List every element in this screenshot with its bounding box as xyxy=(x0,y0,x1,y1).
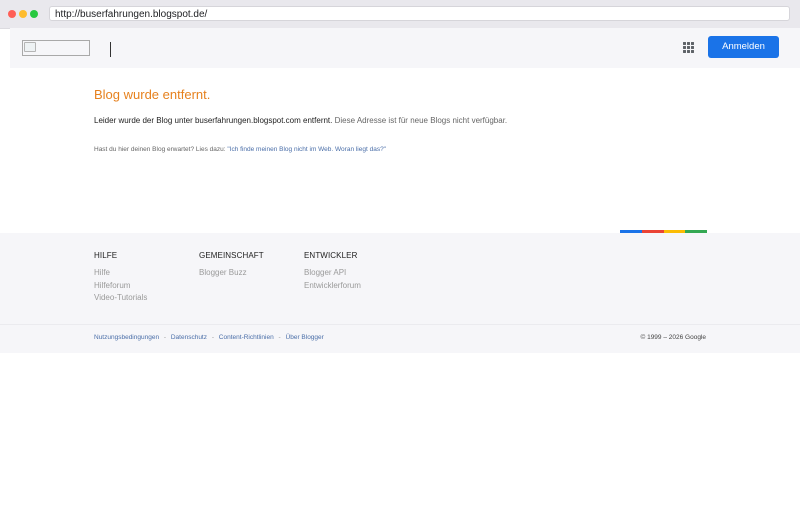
legal-links: Nutzungsbedingungen - Datenschutz - Cont… xyxy=(94,334,324,341)
apps-grid-icon[interactable] xyxy=(683,42,694,53)
footer-column-gemeinschaft: GEMEINSCHAFT Blogger Buzz xyxy=(199,251,264,280)
blogger-header: Anmelden xyxy=(10,28,800,68)
signin-button[interactable]: Anmelden xyxy=(708,36,779,58)
footer-link-video-tutorials[interactable]: Video-Tutorials xyxy=(94,292,147,305)
legal-separator: - xyxy=(211,334,214,341)
footer-heading: ENTWICKLER xyxy=(304,251,358,260)
help-article-link[interactable]: "Ich finde meinen Blog nicht im Web. Wor… xyxy=(227,146,386,153)
footer-column-entwickler: ENTWICKLER Blogger API Entwicklerforum xyxy=(304,251,361,292)
footer-link-blogger-buzz[interactable]: Blogger Buzz xyxy=(199,267,264,280)
help-prefix: Hast du hier deinen Blog erwartet? Lies … xyxy=(94,146,226,153)
legal-link-content-policy[interactable]: Content-Richtlinien xyxy=(219,334,274,341)
legal-link-about-blogger[interactable]: Über Blogger xyxy=(286,334,324,341)
broken-logo-image[interactable] xyxy=(22,40,90,56)
footer-heading: GEMEINSCHAFT xyxy=(199,251,264,260)
legal-separator: - xyxy=(163,334,167,341)
copyright: © 1999 – 2026 Google xyxy=(640,334,706,341)
legal-footer: Nutzungsbedingungen - Datenschutz - Cont… xyxy=(0,324,800,353)
removal-message: Leider wurde der Blog unter buserfahrung… xyxy=(94,116,507,125)
page-title: Blog wurde entfernt. xyxy=(94,87,211,102)
maximize-window-icon[interactable] xyxy=(30,10,38,18)
legal-link-privacy[interactable]: Datenschutz xyxy=(171,334,207,341)
browser-chrome: http://buserfahrungen.blogspot.de/ xyxy=(0,0,800,29)
legal-separator: - xyxy=(278,334,281,341)
footer-link-hilfeforum[interactable]: Hilfeforum xyxy=(94,280,147,293)
address-bar[interactable]: http://buserfahrungen.blogspot.de/ xyxy=(49,6,790,21)
help-line: Hast du hier deinen Blog erwartet? Lies … xyxy=(94,146,386,153)
removal-message-note: Diese Adresse ist für neue Blogs nicht v… xyxy=(334,116,508,125)
text-cursor xyxy=(110,42,111,57)
removal-message-main: Leider wurde der Blog unter buserfahrung… xyxy=(94,116,333,125)
close-window-icon[interactable] xyxy=(8,10,16,18)
footer-column-hilfe: HILFE Hilfe Hilfeforum Video-Tutorials xyxy=(94,251,147,305)
minimize-window-icon[interactable] xyxy=(19,10,27,18)
footer-heading: HILFE xyxy=(94,251,118,260)
footer-link-blogger-api[interactable]: Blogger API xyxy=(304,267,361,280)
legal-link-terms[interactable]: Nutzungsbedingungen xyxy=(94,334,159,341)
footer: HILFE Hilfe Hilfeforum Video-Tutorials G… xyxy=(0,233,800,324)
footer-link-hilfe[interactable]: Hilfe xyxy=(94,267,147,280)
footer-link-entwicklerforum[interactable]: Entwicklerforum xyxy=(304,280,361,293)
